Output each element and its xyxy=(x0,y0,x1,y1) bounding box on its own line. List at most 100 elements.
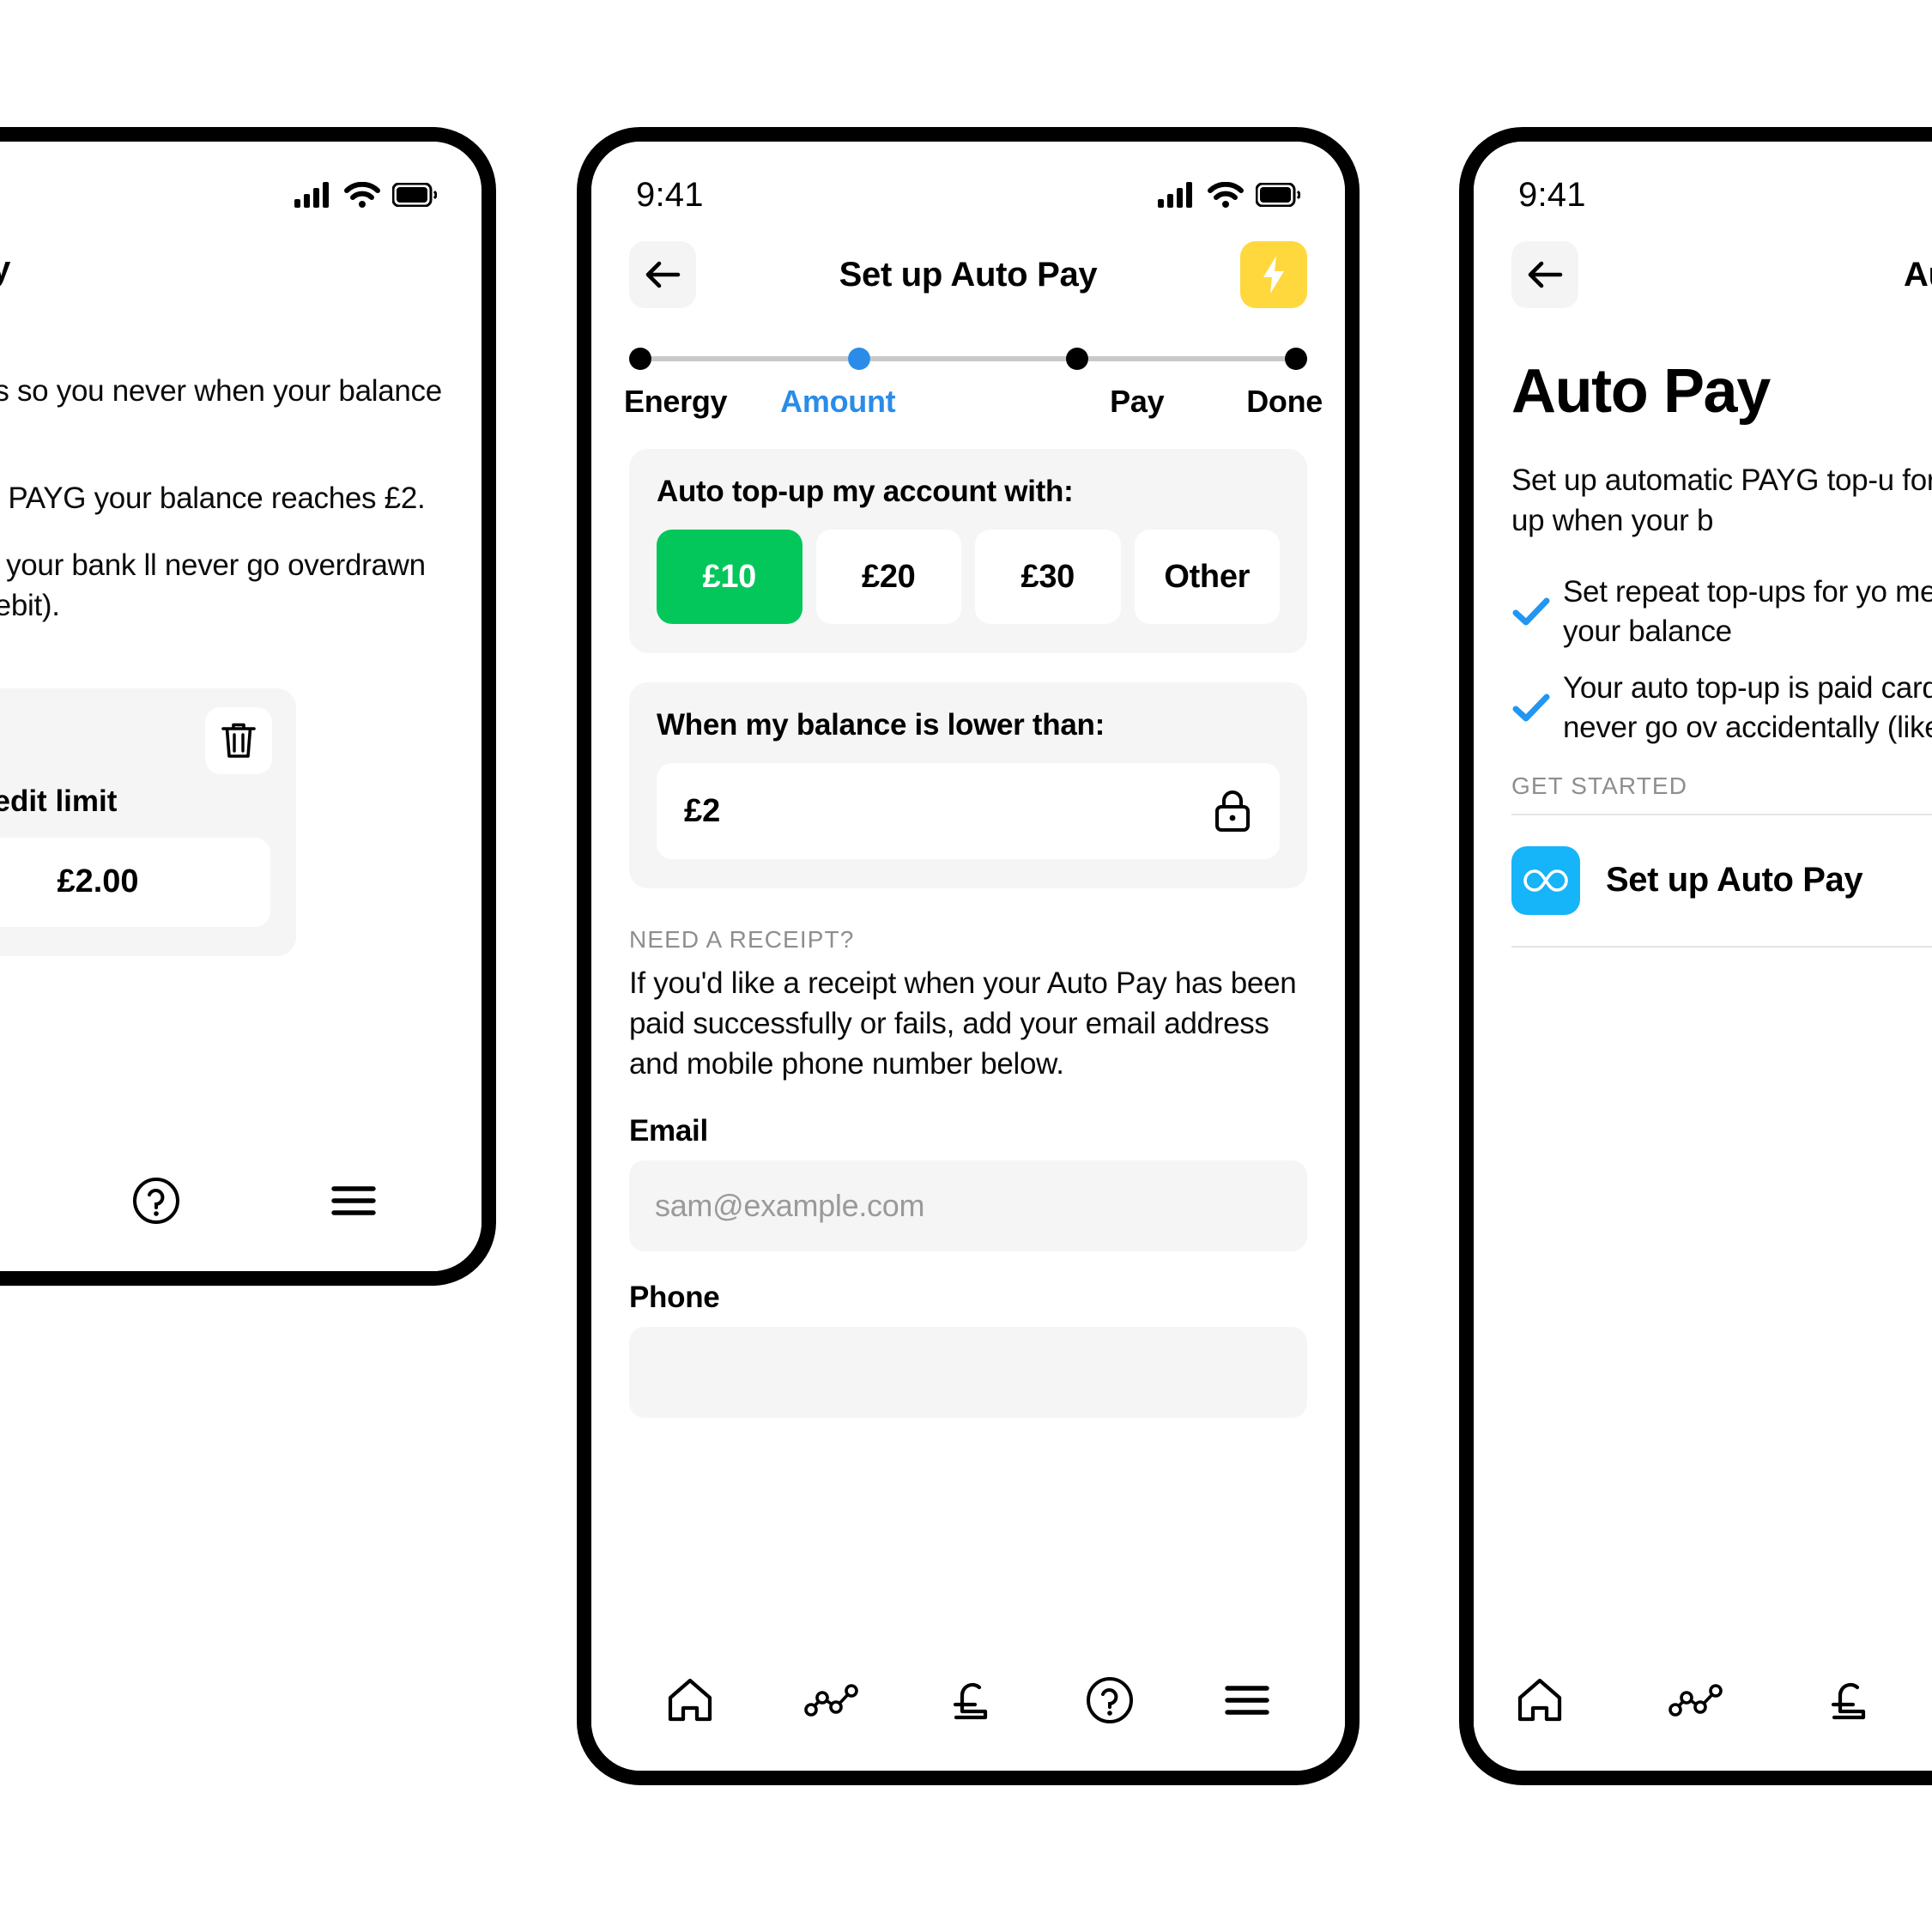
help-circle-icon xyxy=(1086,1677,1133,1723)
left-tab-bar xyxy=(0,1130,481,1271)
left-status-icons xyxy=(294,182,437,208)
left-paragraph-1: c PAYG top-ups so you never when your ba… xyxy=(0,374,442,408)
tab-home[interactable] xyxy=(1515,1677,1565,1723)
battery-icon xyxy=(392,183,437,207)
menu-icon xyxy=(331,1186,377,1215)
amount-option-30[interactable]: £30 xyxy=(975,530,1121,624)
tab-home[interactable] xyxy=(665,1677,715,1723)
receipt-body: If you'd like a receipt when your Auto P… xyxy=(629,966,1297,1081)
topup-amount-card: Auto top-up my account with: £10 £20 £30… xyxy=(629,449,1307,653)
phone-right: 9:41 Auto Pay Auto Pay Set up automatic … xyxy=(1459,127,1932,1785)
topup-amount-options: £10 £20 £30 Other xyxy=(657,530,1280,624)
receipt-eyebrow: NEED A RECEIPT? xyxy=(629,926,855,953)
stepper-dots xyxy=(629,344,1308,373)
screenshot-canvas: 9:41 xyxy=(0,0,1932,1932)
middle-status-bar: 9:41 xyxy=(591,142,1345,224)
list-item: Your auto top-up is paid card, so you'll… xyxy=(1511,669,1932,748)
page-title: Set up Auto Pay xyxy=(839,255,1098,294)
setup-stepper: Energy Amount Pay Done xyxy=(591,318,1345,420)
wifi-icon xyxy=(344,182,380,208)
pound-icon xyxy=(1831,1682,1866,1720)
phone-input[interactable] xyxy=(629,1326,1307,1418)
right-status-time: 9:41 xyxy=(1518,175,1586,214)
tab-pay[interactable] xyxy=(949,1675,996,1725)
back-button[interactable] xyxy=(629,241,696,308)
set-up-auto-pay-label: Set up Auto Pay xyxy=(1606,861,1863,899)
phone-label: Phone xyxy=(629,1280,720,1314)
step-dot-energy[interactable] xyxy=(629,348,651,370)
check-icon-wrap xyxy=(1511,596,1563,628)
left-description: c PAYG top-ups so you never when your ba… xyxy=(0,371,481,627)
step-dot-done[interactable] xyxy=(1285,348,1308,370)
lightning-bolt-icon xyxy=(1263,256,1284,294)
pound-icon xyxy=(953,1682,988,1720)
phone-left: 9:41 xyxy=(0,127,496,1286)
step-label-pay: Pay xyxy=(1110,384,1165,419)
right-tab-bar xyxy=(1474,1630,1932,1771)
amount-option-other[interactable]: Other xyxy=(1134,530,1280,624)
right-screen: 9:41 Auto Pay Auto Pay Set up automatic … xyxy=(1474,142,1932,1771)
step-dot-pay[interactable] xyxy=(1066,348,1089,370)
locked-indicator xyxy=(1213,789,1252,833)
middle-nav-bar: Set up Auto Pay xyxy=(591,224,1345,318)
left-credit-limit-card: Credit limit £2.00 xyxy=(0,687,296,956)
tab-menu[interactable] xyxy=(330,1182,378,1220)
phone-middle: 9:41 Set up Auto Pay Energy Amount Pay D… xyxy=(577,127,1360,1785)
balance-threshold-card: When my balance is lower than: £2 xyxy=(629,682,1307,888)
tab-usage[interactable] xyxy=(803,1681,860,1719)
right-heading: Auto Pay xyxy=(1511,357,1771,426)
right-intro: Set up automatic PAYG top-u forget to to… xyxy=(1511,463,1932,537)
check-icon xyxy=(1512,693,1550,722)
step-line-3 xyxy=(1088,356,1286,361)
step-label-done: Done xyxy=(1246,384,1323,419)
delete-button[interactable] xyxy=(205,706,272,774)
middle-screen: 9:41 Set up Auto Pay Energy Amount Pay D… xyxy=(591,142,1345,1771)
topup-amount-title: Auto top-up my account with: xyxy=(657,475,1074,508)
check-icon-wrap xyxy=(1511,692,1563,724)
wifi-icon xyxy=(1208,182,1244,208)
tab-usage[interactable] xyxy=(1668,1681,1724,1719)
tab-pay[interactable] xyxy=(1827,1675,1874,1725)
email-label: Email xyxy=(629,1113,708,1148)
left-status-bar: 9:41 xyxy=(0,142,481,224)
help-circle-icon xyxy=(132,1178,179,1224)
tab-help[interactable] xyxy=(131,1176,181,1226)
right-nav-bar: Auto Pay xyxy=(1474,224,1932,318)
battery-icon xyxy=(1256,183,1300,207)
infinity-icon xyxy=(1523,869,1568,892)
middle-tab-bar xyxy=(591,1630,1345,1771)
status-time: 9:41 xyxy=(636,175,704,214)
set-up-auto-pay-row[interactable]: Set up Auto Pay xyxy=(1511,813,1932,948)
lock-icon xyxy=(1215,790,1250,832)
amount-option-10[interactable]: £10 xyxy=(657,530,802,624)
email-input[interactable]: sam@example.com xyxy=(629,1160,1307,1251)
balance-threshold-title: When my balance is lower than: xyxy=(657,708,1105,742)
home-icon xyxy=(668,1678,712,1722)
balance-threshold-field[interactable]: £2 xyxy=(657,763,1280,859)
infinity-icon-badge xyxy=(1511,845,1580,915)
trash-icon xyxy=(221,723,256,758)
amount-option-20[interactable]: £20 xyxy=(815,530,961,624)
signal-icon xyxy=(294,182,329,208)
home-icon xyxy=(1517,1678,1562,1722)
balance-threshold-value: £2 xyxy=(684,792,721,829)
left-content: Auto Pay c PAYG top-ups so you never whe… xyxy=(0,224,481,956)
credit-limit-value[interactable]: £2.00 xyxy=(0,837,270,927)
signal-icon xyxy=(1158,182,1192,208)
tab-menu[interactable] xyxy=(1223,1681,1271,1719)
credit-limit-label: Credit limit xyxy=(0,784,118,818)
step-dot-amount[interactable] xyxy=(847,348,870,370)
credit-limit-fields: £2.00 xyxy=(0,837,270,927)
quick-action-button[interactable] xyxy=(1240,241,1307,308)
receipt-section: NEED A RECEIPT? If you'd like a receipt … xyxy=(591,926,1345,1418)
list-item: Set repeat top-ups for yo meter when you… xyxy=(1511,572,1932,651)
arrow-left-icon xyxy=(1528,261,1563,288)
stepper-labels: Energy Amount Pay Done xyxy=(624,384,1323,420)
right-status-bar: 9:41 xyxy=(1474,142,1932,224)
list-item-label: Set repeat top-ups for yo meter when you… xyxy=(1563,574,1932,648)
back-button[interactable] xyxy=(1511,241,1578,308)
tab-help[interactable] xyxy=(1085,1675,1135,1725)
usage-graph-icon xyxy=(1669,1684,1723,1717)
page-title: Auto Pay xyxy=(1904,255,1932,294)
usage-graph-icon xyxy=(804,1684,859,1717)
